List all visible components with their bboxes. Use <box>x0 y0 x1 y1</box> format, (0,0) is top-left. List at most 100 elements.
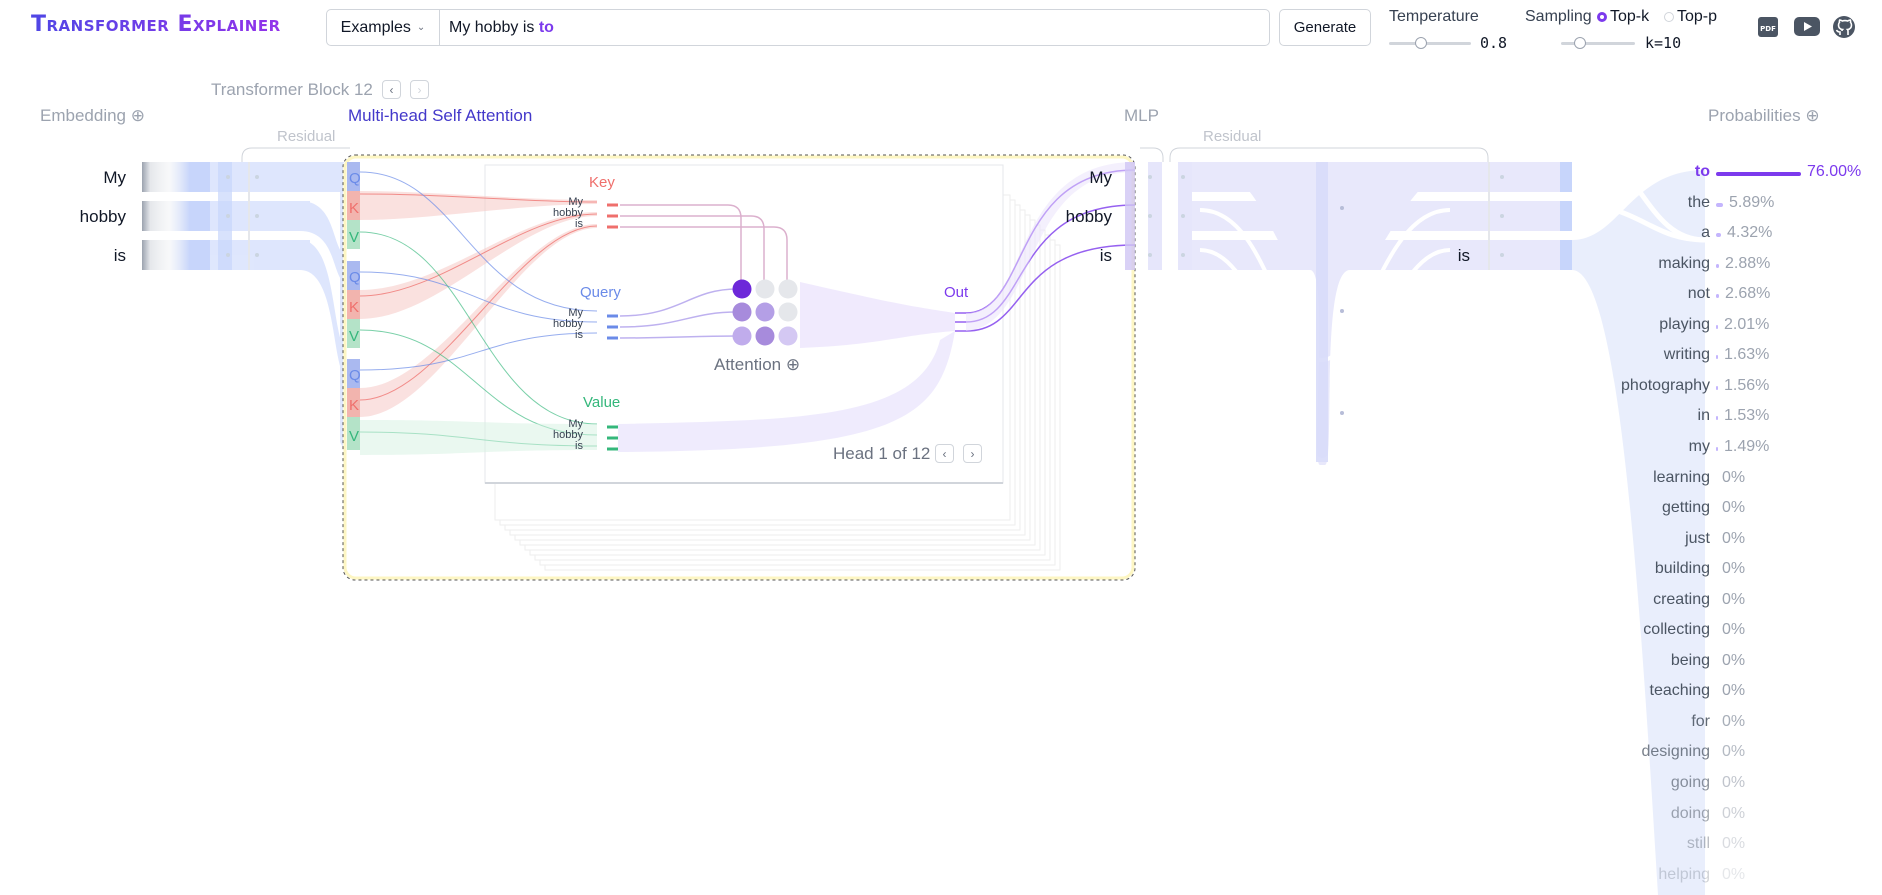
probability-token: playing <box>1659 315 1710 333</box>
probability-row[interactable]: writing 1.63% <box>1570 346 1880 368</box>
probability-bar <box>1716 263 1719 268</box>
probability-token: for <box>1691 712 1710 730</box>
query-token: is <box>575 329 583 341</box>
mlp-block <box>1192 162 1572 465</box>
probability-token: being <box>1670 651 1710 669</box>
probability-value: 0% <box>1722 712 1746 730</box>
probability-bar <box>1716 385 1718 390</box>
probability-token: teaching <box>1649 682 1711 700</box>
probability-row[interactable]: building 0% <box>1570 560 1880 582</box>
embedding-vector[interactable] <box>142 240 210 270</box>
probability-token: helping <box>1658 865 1710 883</box>
probability-token: not <box>1687 285 1710 303</box>
probability-bar <box>1716 355 1718 360</box>
probability-value: 2.01% <box>1724 315 1770 333</box>
probability-token: collecting <box>1643 621 1710 639</box>
probability-row[interactable]: photography 1.56% <box>1570 377 1880 399</box>
probability-token: learning <box>1653 468 1710 486</box>
key-token: is <box>575 218 583 230</box>
probability-token: just <box>1685 529 1710 547</box>
k-label-text: K <box>349 299 359 316</box>
embedding-vector[interactable] <box>142 162 210 192</box>
probability-token: my <box>1688 437 1710 455</box>
probability-row[interactable]: being 0% <box>1570 652 1880 674</box>
attention-matrix[interactable] <box>732 279 798 346</box>
probability-value: 0% <box>1722 804 1746 822</box>
mlp-output-token[interactable]: is <box>1440 246 1470 266</box>
probability-value: 1.56% <box>1724 376 1770 394</box>
probability-value: 0% <box>1722 835 1746 853</box>
probability-row[interactable]: learning 0% <box>1570 469 1880 491</box>
attention-label[interactable]: Attention ⊕ <box>714 355 800 375</box>
embedding-vectors <box>142 162 210 270</box>
value-token: is <box>575 440 583 452</box>
probability-row[interactable]: just 0% <box>1570 530 1880 552</box>
zoom-in-icon[interactable]: ⊕ <box>786 355 800 374</box>
value-token-labels: My hobby is <box>545 419 583 452</box>
probability-value: 1.63% <box>1724 346 1770 364</box>
head-prev-button[interactable]: ‹ <box>935 444 954 463</box>
probability-value: 0% <box>1722 621 1746 639</box>
probability-row[interactable]: designing 0% <box>1570 743 1880 765</box>
probability-row[interactable]: still 0% <box>1570 835 1880 857</box>
probability-row[interactable]: helping 0% <box>1570 866 1880 888</box>
probability-value: 0% <box>1722 560 1746 578</box>
probability-row[interactable]: to 76.00% <box>1570 163 1880 185</box>
out-label: Out <box>944 284 969 301</box>
probability-row[interactable]: my 1.49% <box>1570 438 1880 460</box>
q-label-text: Q <box>349 170 361 187</box>
attention-output-token[interactable]: is <box>1050 246 1112 266</box>
v-label-text: V <box>349 428 359 445</box>
probability-row[interactable]: creating 0% <box>1570 591 1880 613</box>
probability-bar <box>1716 202 1723 207</box>
probability-value: 2.88% <box>1725 254 1771 272</box>
probability-row[interactable]: playing 2.01% <box>1570 316 1880 338</box>
probability-row[interactable]: not 2.68% <box>1570 285 1880 307</box>
probability-token: building <box>1654 560 1710 578</box>
probability-row[interactable]: for 0% <box>1570 713 1880 735</box>
probability-value: 0% <box>1722 743 1746 761</box>
q-label-text: Q <box>349 367 361 384</box>
probability-token: creating <box>1653 590 1710 608</box>
qkv-labels: Q K V Q K V Q K V <box>349 170 361 445</box>
probability-row[interactable]: collecting 0% <box>1570 621 1880 643</box>
probability-row[interactable]: in 1.53% <box>1570 407 1880 429</box>
probability-bar <box>1716 446 1718 451</box>
probability-bar <box>1716 324 1718 329</box>
probability-value: 0% <box>1722 468 1746 486</box>
probability-token: still <box>1686 835 1710 853</box>
probability-token: getting <box>1661 499 1710 517</box>
k-label-text: K <box>349 397 359 414</box>
probability-token: a <box>1701 224 1710 242</box>
probability-value: 0% <box>1722 590 1746 608</box>
probability-bar <box>1716 416 1718 421</box>
v-label-text: V <box>349 328 359 345</box>
attention-text: Attention <box>714 355 782 374</box>
q-label-text: Q <box>349 269 361 286</box>
head-indicator: Head 1 of 12 <box>833 444 931 463</box>
probability-row[interactable]: getting 0% <box>1570 499 1880 521</box>
probability-row[interactable]: teaching 0% <box>1570 682 1880 704</box>
probability-row[interactable]: a 4.32% <box>1570 224 1880 246</box>
query-token-labels: My hobby is <box>545 308 583 341</box>
key-token-labels: My hobby is <box>545 197 583 230</box>
probability-row[interactable]: the 5.89% <box>1570 194 1880 216</box>
key-label: Key <box>589 174 615 191</box>
probability-value: 0% <box>1722 651 1746 669</box>
query-label: Query <box>580 284 621 301</box>
probability-value: 76.00% <box>1807 163 1862 180</box>
probability-bar <box>1716 172 1801 176</box>
head-next-button[interactable]: › <box>963 444 982 463</box>
probability-row[interactable]: making 2.88% <box>1570 255 1880 277</box>
probability-row[interactable]: going 0% <box>1570 774 1880 796</box>
probability-value: 4.32% <box>1727 224 1773 242</box>
attention-output-token[interactable]: My <box>1050 168 1112 188</box>
v-label-text: V <box>349 229 359 246</box>
attention-output-token[interactable]: hobby <box>1050 207 1112 227</box>
probability-value: 0% <box>1722 529 1746 547</box>
probability-value: 1.53% <box>1724 407 1770 425</box>
k-label-text: K <box>349 200 359 217</box>
embedding-vector[interactable] <box>142 201 210 231</box>
probability-row[interactable]: doing 0% <box>1570 805 1880 827</box>
probability-token: photography <box>1621 376 1710 394</box>
